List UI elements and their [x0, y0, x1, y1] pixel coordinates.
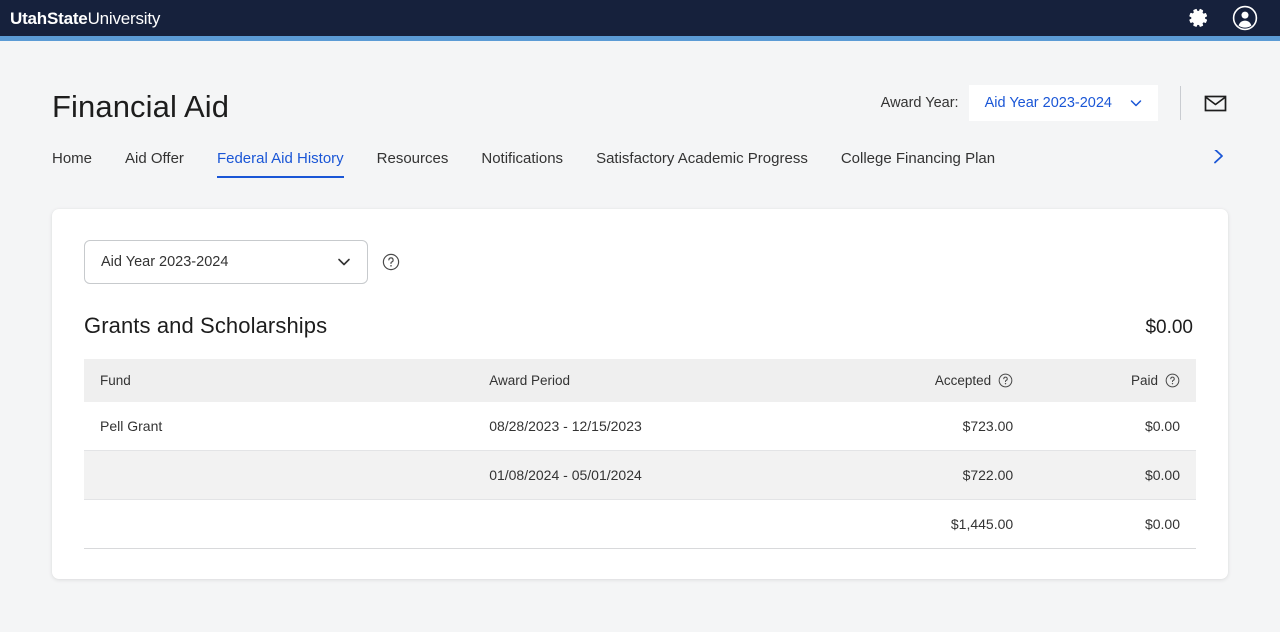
help-icon[interactable] — [1165, 373, 1180, 388]
tab-navigation: Home Aid Offer Federal Aid History Resou… — [52, 150, 1228, 178]
award-year-value: Aid Year 2023-2024 — [985, 95, 1112, 111]
tab-college-financing-plan[interactable]: College Financing Plan — [841, 150, 995, 176]
table-totals-row: $1,445.00 $0.00 — [84, 500, 1196, 549]
top-navigation-bar: UtahStateUniversity — [0, 0, 1280, 36]
table-header-row: Fund Award Period Accepted — [84, 359, 1196, 402]
university-logo[interactable]: UtahStateUniversity — [10, 10, 160, 27]
section-header: Grants and Scholarships $0.00 — [84, 313, 1196, 339]
award-year-dropdown[interactable]: Aid Year 2023-2024 — [969, 85, 1158, 121]
cell-total-award-period — [473, 500, 807, 549]
cell-fund — [84, 451, 473, 500]
section-total-amount: $0.00 — [1145, 317, 1193, 339]
cell-total-accepted: $1,445.00 — [807, 500, 1029, 549]
table-body: Pell Grant 08/28/2023 - 12/15/2023 $723.… — [84, 402, 1196, 549]
chevron-right-icon[interactable] — [1208, 150, 1228, 166]
chevron-down-icon — [335, 253, 353, 271]
cell-fund: Pell Grant — [84, 402, 473, 451]
tab-satisfactory-academic-progress[interactable]: Satisfactory Academic Progress — [596, 150, 808, 176]
tab-aid-offer[interactable]: Aid Offer — [125, 150, 184, 176]
chevron-down-icon — [1128, 95, 1144, 111]
divider — [1180, 86, 1181, 120]
logo-text-bold: UtahState — [10, 9, 88, 28]
cell-accepted: $722.00 — [807, 451, 1029, 500]
cell-award-period: 08/28/2023 - 12/15/2023 — [473, 402, 807, 451]
column-header-paid-label: Paid — [1131, 373, 1158, 388]
table-row: 01/08/2024 - 05/01/2024 $722.00 $0.00 — [84, 451, 1196, 500]
user-avatar-icon[interactable] — [1232, 5, 1258, 31]
aid-history-card: Aid Year 2023-2024 Grants and Scholarshi… — [52, 209, 1228, 579]
cell-award-period: 01/08/2024 - 05/01/2024 — [473, 451, 807, 500]
table-row: Pell Grant 08/28/2023 - 12/15/2023 $723.… — [84, 402, 1196, 451]
cell-total-fund — [84, 500, 473, 549]
aid-history-table: Fund Award Period Accepted — [84, 359, 1196, 549]
aid-year-select[interactable]: Aid Year 2023-2024 — [84, 240, 368, 284]
column-header-award-period-label: Award Period — [489, 373, 570, 388]
section-title: Grants and Scholarships — [84, 313, 327, 339]
column-header-award-period: Award Period — [473, 359, 807, 402]
column-header-accepted: Accepted — [807, 359, 1029, 402]
award-year-label: Award Year: — [881, 95, 959, 111]
tab-list: Home Aid Offer Federal Aid History Resou… — [52, 150, 1228, 178]
column-header-paid: Paid — [1029, 359, 1196, 402]
cell-paid: $0.00 — [1029, 451, 1196, 500]
tab-home[interactable]: Home — [52, 150, 92, 176]
help-icon[interactable] — [382, 253, 400, 271]
award-year-control: Award Year: Aid Year 2023-2024 — [881, 85, 1228, 124]
envelope-icon[interactable] — [1203, 91, 1228, 116]
cell-paid: $0.00 — [1029, 402, 1196, 451]
tab-federal-aid-history[interactable]: Federal Aid History — [217, 150, 344, 178]
page-header: Financial Aid Award Year: Aid Year 2023-… — [0, 41, 1280, 124]
help-icon[interactable] — [998, 373, 1013, 388]
table-header: Fund Award Period Accepted — [84, 359, 1196, 402]
logo-text-light: University — [88, 9, 161, 28]
tab-notifications[interactable]: Notifications — [481, 150, 563, 176]
aid-year-filter-row: Aid Year 2023-2024 — [84, 240, 1196, 284]
topbar-actions — [1186, 5, 1258, 31]
tab-resources[interactable]: Resources — [377, 150, 449, 176]
column-header-fund: Fund — [84, 359, 473, 402]
column-header-fund-label: Fund — [100, 373, 131, 388]
cell-accepted: $723.00 — [807, 402, 1029, 451]
cell-total-paid: $0.00 — [1029, 500, 1196, 549]
column-header-accepted-label: Accepted — [935, 373, 991, 388]
page-title: Financial Aid — [52, 90, 229, 124]
gear-icon[interactable] — [1186, 6, 1210, 30]
aid-year-select-value: Aid Year 2023-2024 — [101, 254, 228, 270]
